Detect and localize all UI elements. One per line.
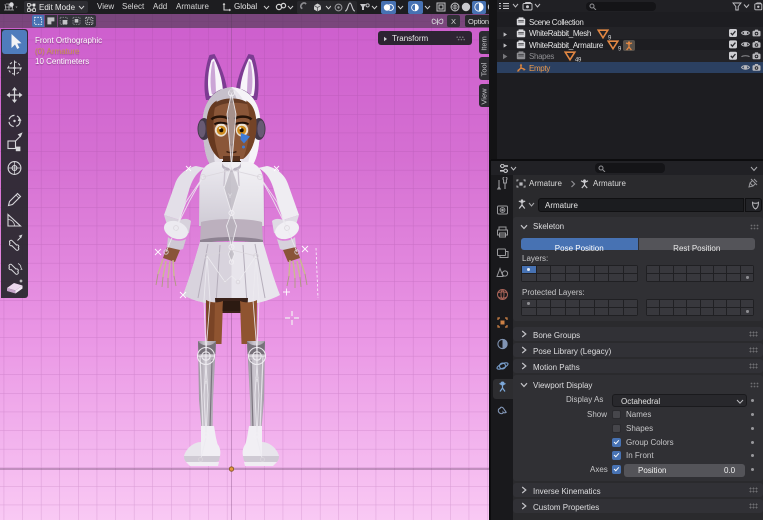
svg-text:Y: Y (255, 378, 259, 384)
svg-text:9: 9 (618, 47, 622, 52)
svg-text:Y: Y (204, 380, 208, 386)
svg-text:9: 9 (608, 35, 612, 40)
svg-text:49: 49 (575, 58, 582, 63)
svg-text:Y: Y (228, 194, 232, 200)
